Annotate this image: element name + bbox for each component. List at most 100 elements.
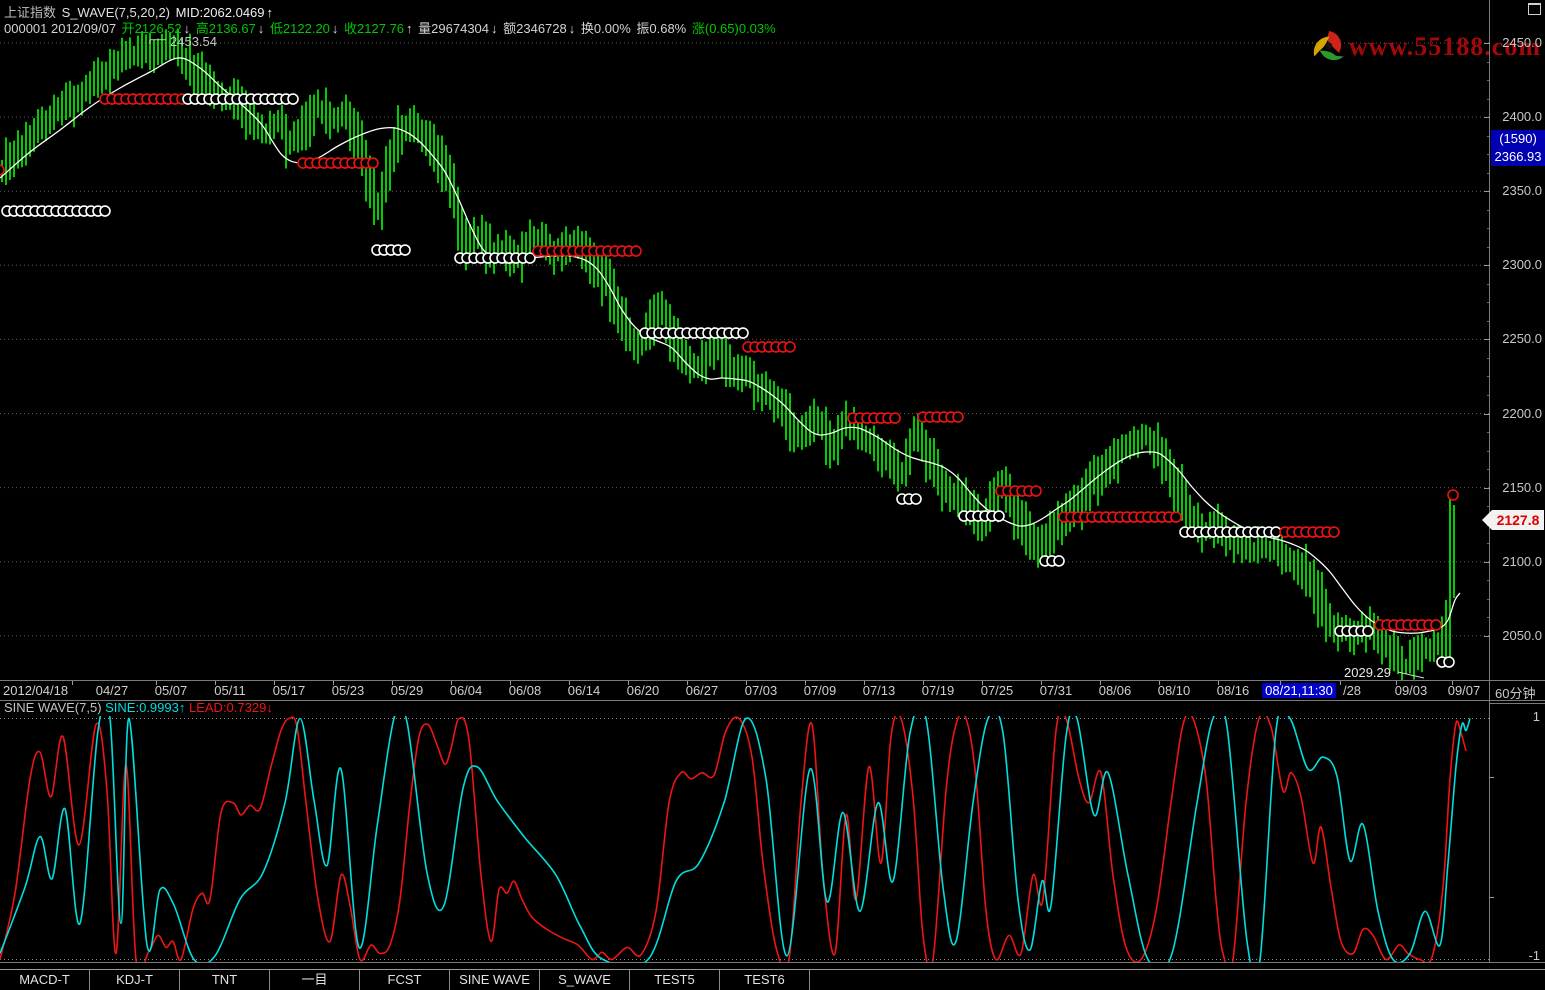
latest-price-arrow	[1482, 510, 1492, 530]
minor-tick	[1487, 284, 1489, 285]
tab-s-wave[interactable]: S_WAVE	[540, 970, 630, 990]
low-annotation: 2029.29	[1344, 665, 1391, 680]
date-tick	[156, 681, 157, 685]
tab-fcst[interactable]: FCST	[360, 970, 450, 990]
tab-test5[interactable]: TEST5	[630, 970, 720, 990]
price-axis-label: 2050.0	[1494, 628, 1542, 643]
tick	[1484, 191, 1490, 192]
minor-tick	[1487, 543, 1489, 544]
price-axis-label: 2100.0	[1494, 554, 1542, 569]
sine-axis-bottom-label: -1	[1494, 948, 1540, 963]
date-label: 07/25	[981, 683, 1014, 698]
date-tick	[923, 681, 924, 685]
price-axis-label: 2200.0	[1494, 406, 1542, 421]
date-tick	[569, 681, 570, 685]
date-label: 05/17	[273, 683, 306, 698]
quote-values-line: 000001 2012/09/07 开2126.52↓ 高2136.67↓ 低2…	[4, 18, 778, 37]
minor-tick	[1487, 80, 1489, 81]
indicator-tabbar: MACD-TKDJ-TTNT一目FCSTSINE WAVES_WAVETEST5…	[0, 969, 1545, 990]
date-tick	[1159, 681, 1160, 685]
lead-curve	[0, 716, 1466, 962]
tick	[1484, 562, 1490, 563]
tick	[1489, 777, 1494, 778]
minor-tick	[1487, 228, 1489, 229]
date-label: 07/09	[804, 683, 837, 698]
text-segment: 高2136.67	[196, 21, 256, 36]
tab-macd-t[interactable]: MACD-T	[0, 970, 90, 990]
main-price-chart[interactable]: 2453.542029.29	[0, 0, 1490, 681]
tick	[1484, 43, 1490, 44]
text-segment: ↓	[258, 21, 268, 36]
sine-axis-top-label: 1	[1494, 709, 1540, 724]
date-tick	[982, 681, 983, 685]
text-segment: SINE WAVE(7,5)	[4, 700, 105, 715]
price-axis-label: 2350.0	[1494, 183, 1542, 198]
tab-tnt[interactable]: TNT	[180, 970, 270, 990]
bar-count-badge: (1590) 2366.93	[1491, 130, 1545, 166]
price-axis-label: 2450.0	[1494, 35, 1542, 50]
tab-sine-wave[interactable]: SINE WAVE	[450, 970, 540, 990]
date-label: 08/06	[1099, 683, 1132, 698]
date-tick	[274, 681, 275, 685]
date-label: 06/04	[450, 683, 483, 698]
date-label: 06/14	[568, 683, 601, 698]
tick	[1484, 414, 1490, 415]
date-tick	[392, 681, 393, 685]
date-tick	[805, 681, 806, 685]
text-segment: LEAD:0.7329	[189, 700, 266, 715]
minor-tick	[1487, 302, 1489, 303]
ref-price: 2366.93	[1491, 148, 1545, 166]
date-label: 2012/04/18	[3, 683, 68, 698]
date-label: 06/20	[627, 683, 660, 698]
text-segment: 涨(0.65)0.03%	[692, 21, 776, 36]
latest-price-badge: 2127.8	[1492, 510, 1544, 530]
date-tick	[451, 681, 452, 685]
date-label: 06/27	[686, 683, 719, 698]
text-segment: 额2346728	[503, 21, 567, 36]
text-segment: ↓	[332, 21, 342, 36]
tab-kdj-t[interactable]: KDJ-T	[90, 970, 180, 990]
text-segment: 量29674304	[418, 21, 489, 36]
tab-test6[interactable]: TEST6	[720, 970, 810, 990]
tick	[1484, 265, 1490, 266]
minor-tick	[1487, 599, 1489, 600]
date-label: 05/29	[391, 683, 424, 698]
date-tick	[510, 681, 511, 685]
date-label: 07/19	[922, 683, 955, 698]
window-restore-icon[interactable]	[1528, 3, 1541, 15]
minor-tick	[1487, 617, 1489, 618]
date-label: 05/23	[332, 683, 365, 698]
sine-wave-panel[interactable]	[0, 716, 1490, 962]
date-label: 07/03	[745, 683, 778, 698]
text-segment: 低2122.20	[270, 21, 330, 36]
minor-tick	[1487, 376, 1489, 377]
minor-tick	[1487, 469, 1489, 470]
minor-tick	[1487, 136, 1489, 137]
date-tick	[1280, 681, 1281, 685]
minor-tick	[1487, 247, 1489, 248]
price-axis-label: 2400.0	[1494, 109, 1542, 124]
date-cursor-label: 08/21,11:30	[1262, 683, 1336, 698]
minor-tick	[1487, 321, 1489, 322]
date-tick	[72, 681, 73, 685]
date-axis[interactable]: 2012/04/1804/2705/0705/1105/1705/2305/29…	[0, 681, 1545, 700]
tab--[interactable]: 一目	[270, 970, 360, 990]
date-label: 05/11	[214, 683, 246, 698]
divider	[0, 962, 1545, 963]
minor-tick	[1487, 451, 1489, 452]
date-tick	[333, 681, 334, 685]
tick	[1489, 897, 1494, 898]
price-axis-label: 2150.0	[1494, 480, 1542, 495]
minor-tick	[1487, 358, 1489, 359]
date-label: 06/08	[509, 683, 542, 698]
date-tick	[1340, 681, 1341, 685]
text-segment: ↓	[184, 21, 194, 36]
date-tick	[746, 681, 747, 685]
minor-tick	[1487, 395, 1489, 396]
indicator-header: SINE WAVE(7,5) SINE:0.9993↑ LEAD:0.7329↓	[4, 700, 273, 715]
tick	[1484, 117, 1490, 118]
date-label: 07/31	[1040, 683, 1073, 698]
date-label: 05/07	[155, 683, 188, 698]
text-segment: 换0.00%	[581, 21, 634, 36]
price-axis-label: 2250.0	[1494, 331, 1542, 346]
